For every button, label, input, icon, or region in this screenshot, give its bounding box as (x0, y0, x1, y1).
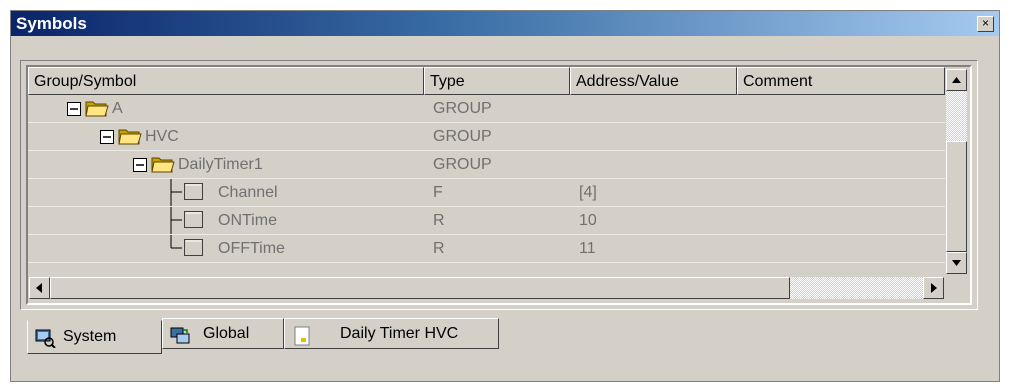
symbol-name: OFFTime (218, 240, 285, 257)
scroll-thumb[interactable] (946, 141, 967, 252)
arrow-left-icon (36, 283, 42, 293)
expander-minus-icon[interactable] (133, 154, 149, 176)
arrow-down-icon (952, 260, 961, 266)
column-header-group-symbol[interactable]: Group/Symbol (28, 67, 424, 95)
symbol-type: GROUP (433, 100, 492, 117)
scroll-track[interactable] (946, 91, 967, 141)
folder-open-icon (118, 129, 142, 145)
symbol-type: R (433, 212, 445, 229)
tree-row-offtime[interactable]: OFFTime R 11 (28, 235, 948, 263)
symbol-value: 10 (579, 212, 597, 229)
scrollbar-corner (945, 276, 968, 301)
vertical-scrollbar[interactable] (945, 67, 968, 276)
column-header-type[interactable]: Type (424, 67, 570, 95)
symbol-name: A (112, 100, 123, 117)
symbol-name: DailyTimer1 (178, 156, 263, 173)
scroll-track-horizontal[interactable] (790, 277, 923, 299)
folder-open-icon (85, 101, 109, 117)
symbol-value: [4] (579, 184, 597, 201)
system-tab-icon (35, 329, 56, 348)
symbol-type: R (433, 240, 445, 257)
tab-system[interactable]: System (27, 320, 162, 354)
scroll-left-button[interactable] (29, 277, 50, 299)
scroll-down-button[interactable] (946, 252, 967, 274)
scroll-right-button[interactable] (923, 277, 944, 299)
scroll-up-button[interactable] (946, 69, 967, 91)
arrow-right-icon (931, 283, 937, 293)
symbol-name: ONTime (218, 212, 277, 229)
symbol-type: F (433, 184, 443, 201)
expander-minus-icon[interactable] (100, 126, 116, 148)
window-title: Symbols (16, 14, 87, 33)
tree-connector-tee-icon (170, 179, 203, 206)
column-header-address-value[interactable]: Address/Value (570, 67, 737, 95)
horizontal-scrollbar[interactable] (28, 276, 945, 301)
tab-label: System (63, 328, 117, 345)
column-header-comment[interactable]: Comment (737, 67, 945, 95)
document-tab-icon (294, 326, 310, 346)
symbol-name: Channel (218, 184, 278, 201)
title-bar[interactable]: Symbols × (11, 11, 999, 36)
tree-row-a[interactable]: A GROUP (28, 95, 948, 123)
global-tab-icon (170, 327, 190, 344)
tree-connector-tee-icon (170, 207, 203, 234)
scroll-thumb-horizontal[interactable] (50, 277, 790, 299)
close-button[interactable]: × (977, 16, 994, 32)
arrow-up-icon (952, 77, 961, 83)
tree-row-ontime[interactable]: ONTime R 10 (28, 207, 948, 235)
tree-connector-end-icon (170, 235, 203, 256)
tab-daily-timer-hvc[interactable]: Daily Timer HVC (284, 318, 499, 349)
tree-row-channel[interactable]: Channel F [4] (28, 179, 948, 207)
folder-open-icon (151, 157, 175, 173)
symbols-tree-grid: Group/Symbol Type Address/Value Comment … (26, 65, 972, 305)
tree-row-hvc[interactable]: HVC GROUP (28, 123, 948, 151)
symbol-name: HVC (145, 128, 179, 145)
tree-row-dailytimer1[interactable]: DailyTimer1 GROUP (28, 151, 948, 179)
tab-label: Global (203, 325, 250, 342)
tab-global[interactable]: Global (162, 318, 284, 349)
symbol-type: GROUP (433, 156, 492, 173)
symbol-type: GROUP (433, 128, 492, 145)
symbol-value: 11 (579, 240, 596, 257)
tab-label: Daily Timer HVC (340, 325, 459, 342)
